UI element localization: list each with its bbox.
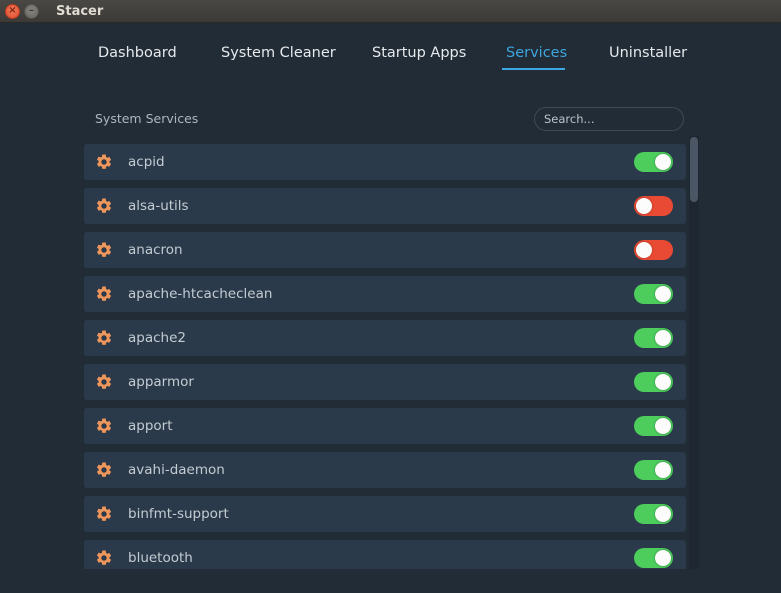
- service-row: binfmt-support: [84, 496, 686, 532]
- toggle-knob: [655, 418, 671, 434]
- tab-bar: Dashboard System Cleaner Startup Apps Se…: [0, 23, 781, 73]
- active-tab-indicator: [502, 68, 565, 70]
- gear-icon: [94, 284, 114, 304]
- toggle-knob: [636, 198, 652, 214]
- service-row: avahi-daemon: [84, 452, 686, 488]
- toggle-knob: [655, 286, 671, 302]
- toggle-knob: [655, 154, 671, 170]
- gear-icon: [94, 548, 114, 568]
- scrollbar-thumb[interactable]: [690, 137, 698, 202]
- service-row: alsa-utils: [84, 188, 686, 224]
- service-toggle[interactable]: [634, 504, 673, 524]
- toggle-knob: [655, 462, 671, 478]
- service-name: alsa-utils: [128, 198, 189, 214]
- service-name: apache2: [128, 330, 186, 346]
- service-row: anacron: [84, 232, 686, 268]
- gear-icon: [94, 240, 114, 260]
- toggle-knob: [655, 506, 671, 522]
- tab-services[interactable]: Services: [506, 45, 567, 61]
- tab-system-cleaner[interactable]: System Cleaner: [221, 45, 336, 61]
- minimize-icon: –: [29, 5, 34, 16]
- service-toggle[interactable]: [634, 372, 673, 392]
- gear-icon: [94, 372, 114, 392]
- service-name: acpid: [128, 154, 165, 170]
- tab-startup-apps[interactable]: Startup Apps: [372, 45, 466, 61]
- window-title: Stacer: [56, 3, 104, 19]
- service-name: apache-htcacheclean: [128, 286, 273, 302]
- title-bar: × – Stacer: [0, 0, 781, 23]
- toggle-knob: [655, 330, 671, 346]
- service-toggle[interactable]: [634, 240, 673, 260]
- service-toggle[interactable]: [634, 284, 673, 304]
- service-toggle[interactable]: [634, 460, 673, 480]
- section-title: System Services: [95, 111, 199, 126]
- service-row: bluetooth: [84, 540, 686, 569]
- service-name: bluetooth: [128, 550, 193, 566]
- service-name: avahi-daemon: [128, 462, 225, 478]
- services-list: acpid alsa-utils anacron apache-htcacheclea…: [84, 144, 688, 569]
- gear-icon: [94, 152, 114, 172]
- toggle-knob: [655, 550, 671, 566]
- gear-icon: [94, 328, 114, 348]
- service-row: apparmor: [84, 364, 686, 400]
- toggle-knob: [636, 242, 652, 258]
- service-toggle[interactable]: [634, 196, 673, 216]
- gear-icon: [94, 196, 114, 216]
- tab-uninstaller[interactable]: Uninstaller: [609, 45, 687, 61]
- service-toggle[interactable]: [634, 548, 673, 568]
- service-toggle[interactable]: [634, 152, 673, 172]
- service-row: apport: [84, 408, 686, 444]
- close-icon: ×: [8, 5, 17, 16]
- service-name: anacron: [128, 242, 183, 258]
- service-toggle[interactable]: [634, 416, 673, 436]
- gear-icon: [94, 504, 114, 524]
- toggle-knob: [655, 374, 671, 390]
- service-name: apport: [128, 418, 173, 434]
- service-row: acpid: [84, 144, 686, 180]
- gear-icon: [94, 460, 114, 480]
- service-row: apache2: [84, 320, 686, 356]
- tab-dashboard[interactable]: Dashboard: [98, 45, 177, 61]
- service-name: apparmor: [128, 374, 194, 390]
- gear-icon: [94, 416, 114, 436]
- close-button[interactable]: ×: [5, 3, 20, 19]
- minimize-button[interactable]: –: [24, 3, 39, 19]
- service-toggle[interactable]: [634, 328, 673, 348]
- service-row: apache-htcacheclean: [84, 276, 686, 312]
- service-name: binfmt-support: [128, 506, 229, 522]
- search-input[interactable]: [534, 107, 684, 131]
